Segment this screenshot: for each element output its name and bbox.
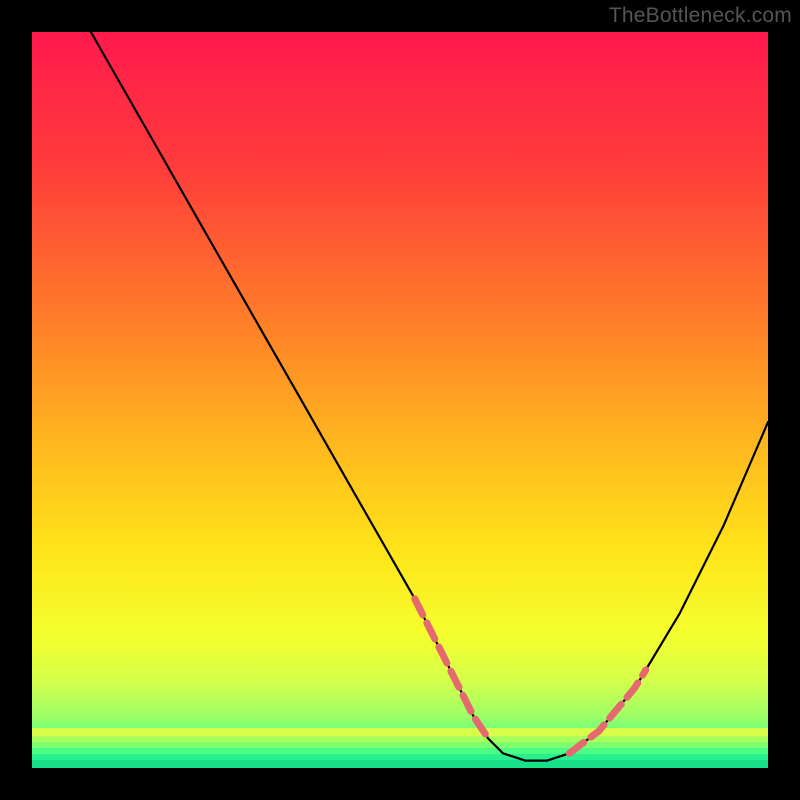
gradient-stripe: [32, 736, 768, 742]
gradient-stripe: [32, 760, 768, 768]
gradient-stripe: [32, 742, 768, 748]
plot-background: [32, 32, 768, 768]
gradient-stripe: [32, 754, 768, 760]
chart-svg: [0, 0, 800, 800]
gradient-stripe: [32, 728, 768, 736]
watermark-text: TheBottleneck.com: [609, 4, 792, 28]
chart-stage: TheBottleneck.com: [0, 0, 800, 800]
gradient-stripe: [32, 748, 768, 754]
